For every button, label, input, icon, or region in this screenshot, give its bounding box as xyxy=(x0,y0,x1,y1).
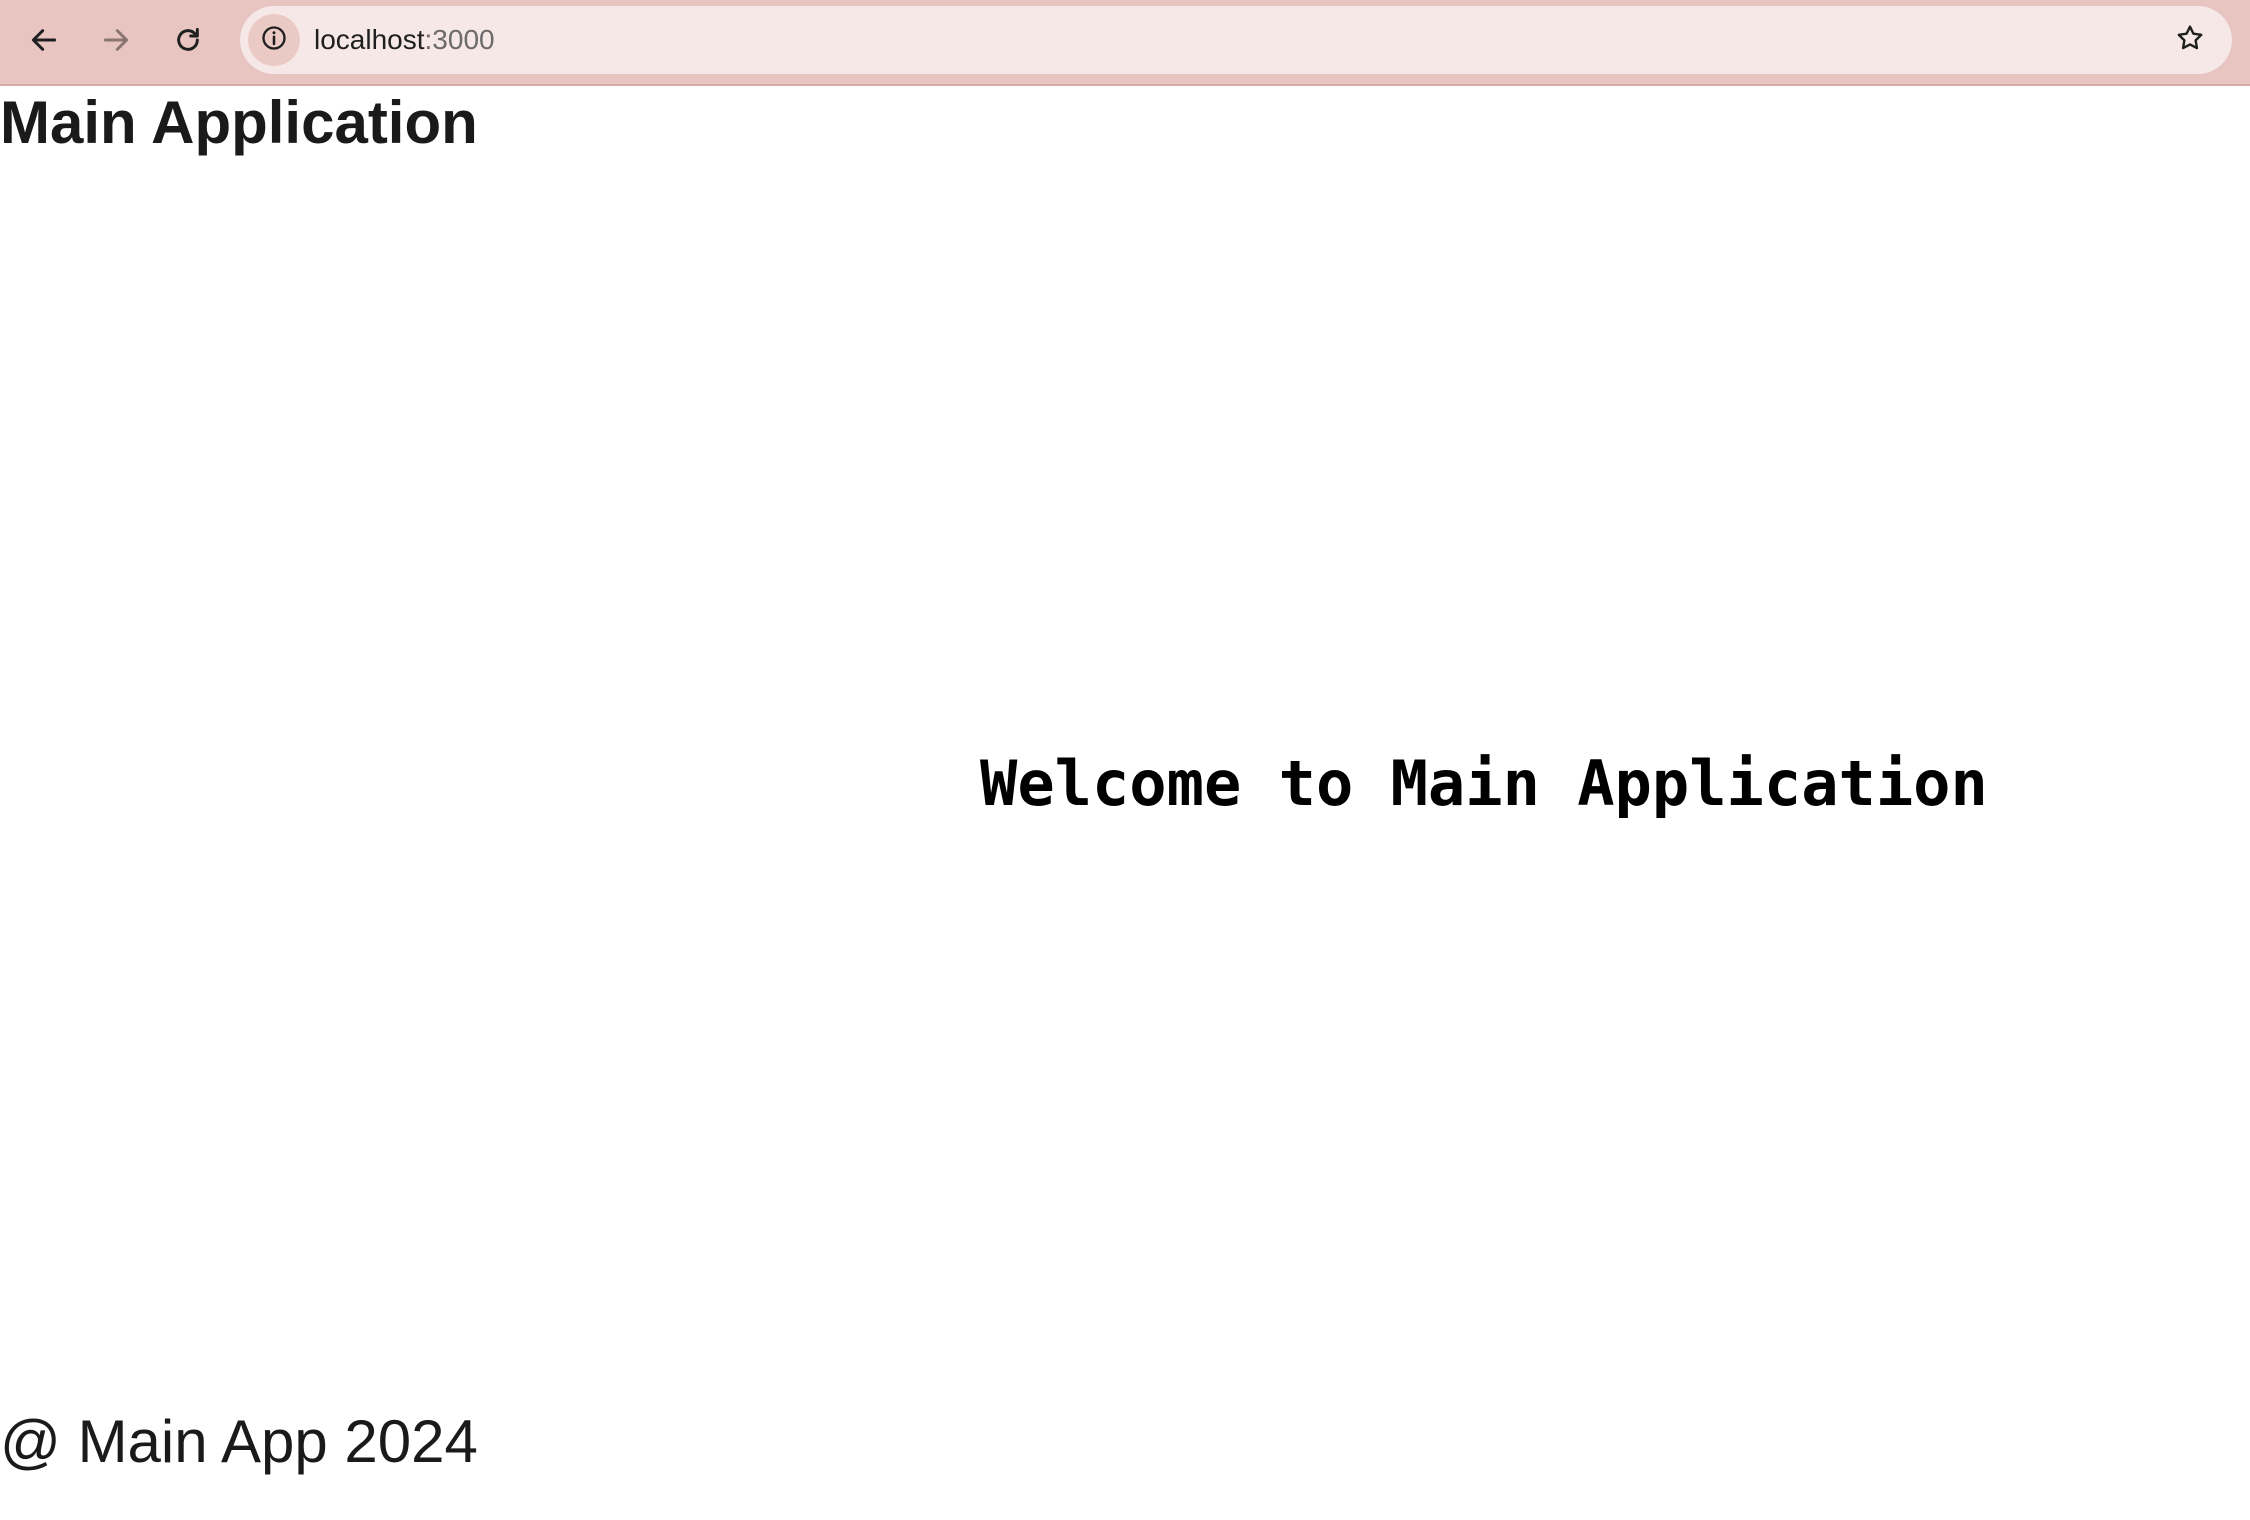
reload-button[interactable] xyxy=(158,14,218,66)
address-bar[interactable]: localhost:3000 xyxy=(240,6,2232,74)
back-arrow-icon xyxy=(28,24,60,56)
back-button[interactable] xyxy=(14,14,74,66)
star-icon xyxy=(2174,22,2206,59)
page-title: Main Application xyxy=(0,89,478,156)
footer-copyright: @ Main App 2024 xyxy=(0,1408,478,1475)
reload-icon xyxy=(172,24,204,56)
forward-arrow-icon xyxy=(100,24,132,56)
url-host: localhost xyxy=(314,24,425,55)
welcome-message: Welcome to Main Application xyxy=(980,747,1988,820)
browser-toolbar: localhost:3000 xyxy=(0,0,2250,86)
site-info-button[interactable] xyxy=(248,14,300,66)
forward-button[interactable] xyxy=(86,14,146,66)
url-port: :3000 xyxy=(424,24,495,55)
url-text[interactable]: localhost:3000 xyxy=(314,6,495,74)
bookmark-button[interactable] xyxy=(2166,16,2214,64)
info-icon xyxy=(260,24,288,57)
